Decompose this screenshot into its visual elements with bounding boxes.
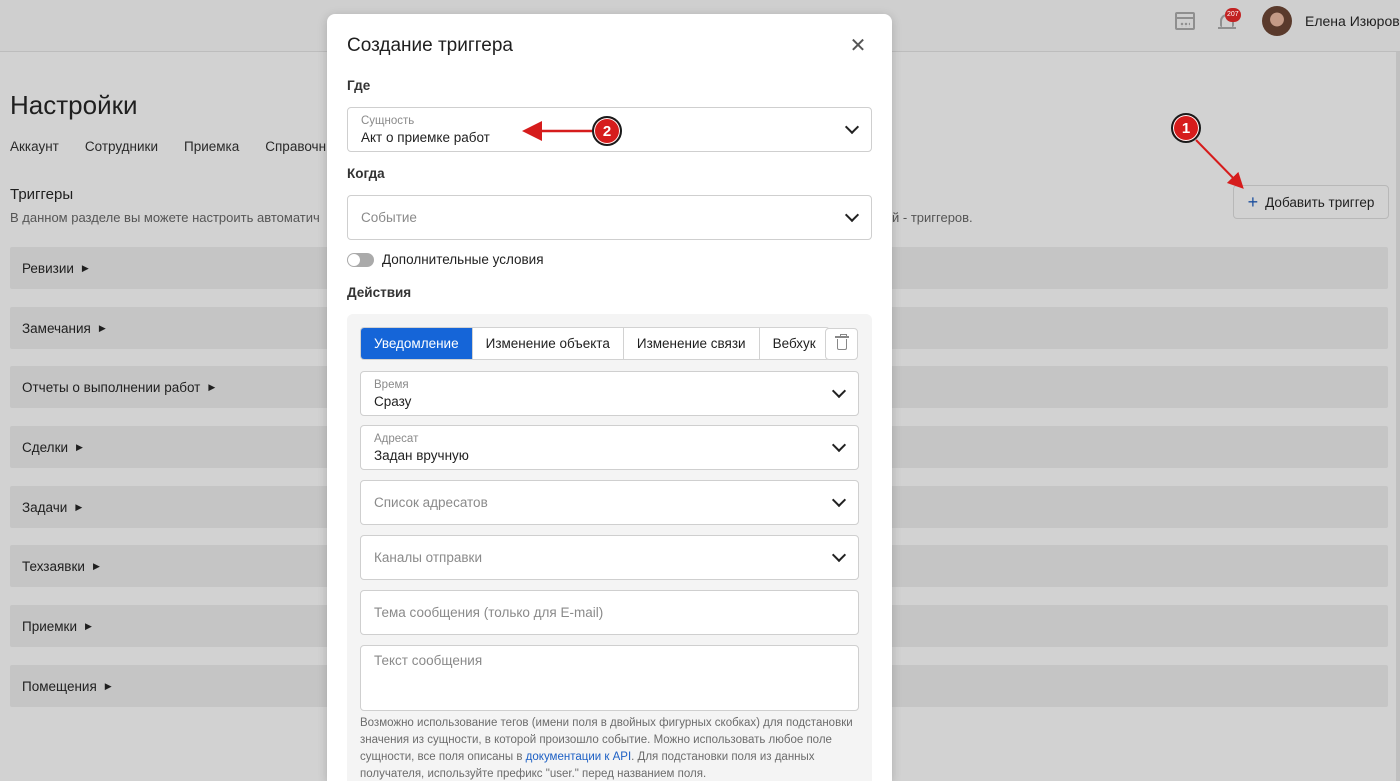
event-select[interactable]: Событие — [347, 195, 872, 240]
notifications-count-badge: 207 — [1225, 8, 1241, 22]
tags-hint: Возможно использование тегов (имени поля… — [360, 715, 855, 781]
calendar-icon[interactable] — [1175, 12, 1195, 30]
caret-right-icon: ▶ — [92, 560, 100, 571]
add-trigger-button[interactable]: + Добавить триггер — [1233, 185, 1389, 219]
delete-action-button[interactable] — [825, 328, 858, 360]
caret-right-icon: ▶ — [76, 441, 83, 452]
chevron-down-icon — [844, 207, 860, 223]
message-placeholder: Текст сообщения — [374, 653, 483, 668]
tab-account[interactable]: Аккаунт — [10, 139, 59, 154]
channels-select[interactable]: Каналы отправки — [360, 535, 859, 580]
event-select-placeholder: Событие — [361, 210, 417, 225]
section-description-tail: й - триггеров. — [892, 210, 973, 225]
tab-webhook[interactable]: Вебхук — [760, 328, 829, 359]
annotation-badge-1: 1 — [1171, 113, 1201, 143]
caret-right-icon: ▶ — [98, 322, 106, 333]
tab-acceptance[interactable]: Приемка — [184, 139, 239, 154]
recipients-list-placeholder: Список адресатов — [374, 495, 488, 510]
plus-icon: + — [1247, 192, 1259, 212]
time-select-label: Время — [374, 379, 409, 391]
recipient-select-value: Задан вручную — [374, 448, 469, 463]
caret-right-icon: ▶ — [104, 680, 112, 691]
page-scrollbar[interactable] — [1396, 52, 1400, 781]
section-description: В данном разделе вы можете настроить авт… — [10, 210, 320, 225]
dialog-title: Создание триггера — [347, 35, 513, 56]
group-label: Техзаявки — [22, 558, 85, 574]
tab-employees[interactable]: Сотрудники — [85, 139, 158, 154]
caret-right-icon: ▶ — [75, 501, 83, 512]
annotation-arrow-1 — [1195, 139, 1244, 189]
api-docs-link[interactable]: документации к API — [526, 751, 631, 763]
tab-object-change[interactable]: Изменение объекта — [473, 328, 624, 359]
tab-relation-change[interactable]: Изменение связи — [624, 328, 760, 359]
chevron-down-icon — [844, 119, 860, 135]
chevron-down-icon — [831, 492, 847, 508]
recipients-list-select[interactable]: Список адресатов — [360, 480, 859, 525]
settings-tabs: Аккаунт Сотрудники Приемка Справочн — [10, 139, 326, 154]
group-label: Помещения — [22, 678, 97, 694]
actions-label: Действия — [347, 285, 412, 300]
extra-conditions-label: Дополнительные условия — [382, 252, 544, 267]
caret-right-icon: ▶ — [208, 381, 216, 392]
page-title: Настройки — [10, 90, 138, 120]
message-field[interactable]: Текст сообщения — [360, 645, 859, 711]
group-label: Ревизии — [22, 260, 74, 276]
tab-directories[interactable]: Справочн — [265, 139, 326, 154]
tab-notification[interactable]: Уведомление — [361, 328, 473, 359]
group-label: Приемки — [22, 618, 77, 634]
chevron-down-icon — [831, 383, 847, 399]
channels-placeholder: Каналы отправки — [374, 550, 483, 565]
group-label: Отчеты о выполнении работ — [22, 379, 201, 395]
group-label: Замечания — [22, 320, 91, 336]
time-select-value: Сразу — [374, 394, 412, 409]
recipient-select-label: Адресат — [374, 433, 419, 445]
action-type-tabs: Уведомление Изменение объекта Изменение … — [360, 327, 830, 360]
time-select[interactable]: Время Сразу — [360, 371, 859, 416]
caret-right-icon: ▶ — [81, 262, 89, 273]
annotation-badge-2: 2 — [592, 116, 622, 146]
user-name[interactable]: Елена Изюрова — [1305, 13, 1400, 29]
group-label: Сделки — [22, 439, 69, 455]
chevron-down-icon — [831, 437, 847, 453]
group-label: Задачи — [22, 499, 68, 515]
entity-select-value: Акт о приемке работ — [361, 130, 490, 145]
when-label: Когда — [347, 166, 385, 181]
section-title: Триггеры — [10, 186, 74, 203]
chevron-down-icon — [831, 547, 847, 563]
extra-conditions-toggle[interactable] — [347, 253, 374, 267]
actions-panel: Уведомление Изменение объекта Изменение … — [347, 314, 872, 781]
user-avatar[interactable] — [1262, 6, 1292, 36]
subject-placeholder: Тема сообщения (только для E-mail) — [374, 605, 604, 620]
where-label: Где — [347, 78, 371, 93]
recipient-select[interactable]: Адресат Задан вручную — [360, 425, 859, 470]
trash-icon — [835, 334, 849, 350]
subject-field[interactable]: Тема сообщения (только для E-mail) — [360, 590, 859, 635]
caret-right-icon: ▶ — [85, 620, 92, 631]
close-icon[interactable]: ✕ — [849, 36, 867, 56]
add-trigger-label: Добавить триггер — [1265, 194, 1375, 210]
entity-select-label: Сущность — [361, 115, 415, 127]
